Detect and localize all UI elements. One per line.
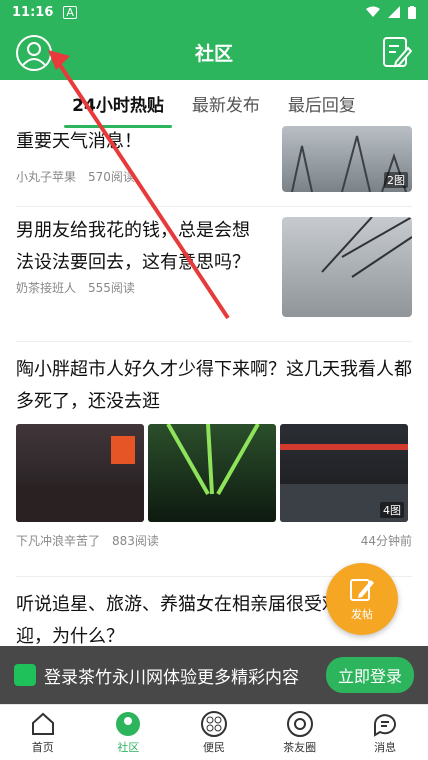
post-meta: 下凡冲浪辛苦了 883阅读 44分钟前 (16, 532, 412, 549)
post-image-row: 4图 (16, 424, 412, 522)
home-icon (31, 712, 54, 735)
nav-messages[interactable]: 消息 (342, 705, 428, 760)
app-header: 社区 (0, 24, 428, 80)
post-title: 陶小胖超市人好久才少得下来啊？这几天我看人都多死了，还没去逛 (16, 359, 412, 412)
bottom-nav: 首页 社区 便民 茶友圈 消息 (0, 704, 428, 760)
post-thumbnail: 2图 (282, 126, 412, 192)
post-image: 4图 (280, 424, 408, 522)
post-author: 小丸子苹果 (16, 170, 77, 184)
nav-label: 首页 (31, 740, 54, 754)
app-logo-icon (14, 664, 36, 686)
page-title: 社区 (194, 42, 233, 65)
tab-24h-hot[interactable]: 24小时热贴 (64, 91, 172, 128)
crowd-mall-image (16, 436, 144, 522)
fab-label: 发帖 (351, 608, 373, 621)
post-reads: 883阅读 (112, 534, 159, 548)
battery-icon (408, 5, 416, 19)
post-thumbnail (282, 217, 412, 317)
wifi-icon (366, 6, 380, 17)
image-count-badge: 2图 (384, 172, 408, 188)
message-icon (374, 713, 397, 737)
post-item[interactable]: 重要天气消息！ 小丸子苹果 570阅读 2图 (16, 126, 412, 207)
login-button[interactable]: 立即登录 (325, 657, 414, 693)
nav-label: 便民 (202, 740, 225, 754)
feed-tabs: 24小时热贴 最新发布 最后回复 (0, 80, 428, 128)
nav-home[interactable]: 首页 (0, 705, 86, 760)
post-image (16, 424, 144, 522)
post-author: 奶茶接班人 (16, 281, 77, 295)
pencil-icon (350, 579, 374, 601)
user-icon (22, 42, 46, 66)
post-title: 听说追星、旅游、养猫女在相亲届很受欢迎，为什么？ (16, 594, 340, 646)
nav-label: 消息 (374, 740, 397, 754)
image-count-badge: 4图 (380, 502, 404, 518)
signal-icon (388, 6, 400, 18)
nav-services[interactable]: 便民 (171, 705, 257, 760)
compose-icon[interactable] (382, 36, 412, 68)
tab-latest[interactable]: 最新发布 (190, 91, 262, 116)
post-title: 男朋友给我花的钱，总是会想法设法要回去，这有意思吗？ (16, 220, 250, 273)
post-item[interactable]: 陶小胖超市人好久才少得下来啊？这几天我看人都多死了，还没去逛 4图 下凡冲浪辛苦… (16, 342, 412, 577)
post-reads: 570阅读 (88, 170, 135, 184)
login-banner-text: 登录茶竹永川网体验更多精彩内容 (44, 667, 299, 688)
grid-icon (200, 710, 227, 737)
status-icons (366, 5, 416, 19)
post-image (148, 424, 276, 522)
green-lights-image (166, 424, 260, 495)
post-item[interactable]: 男朋友给我花的钱，总是会想法设法要回去，这有意思吗？ 奶茶接班人 555阅读 (16, 207, 412, 342)
post-reads: 555阅读 (88, 281, 135, 295)
post-author: 下凡冲浪辛苦了 (16, 534, 101, 548)
login-banner: 登录茶竹永川网体验更多精彩内容 立即登录 (0, 646, 428, 704)
foggy-tree-image (321, 217, 412, 278)
tab-last-reply[interactable]: 最后回复 (286, 91, 358, 116)
notification-a-icon: A (63, 5, 77, 19)
post-time: 44分钟前 (360, 534, 412, 548)
status-bar: 11:16 A (0, 0, 428, 24)
community-icon (116, 711, 141, 736)
post-title: 重要天气消息！ (16, 131, 142, 152)
nav-label: 茶友圈 (283, 740, 317, 754)
nav-tea-friends[interactable]: 茶友圈 (257, 705, 343, 760)
status-time: 11:16 (12, 4, 54, 20)
nav-community[interactable]: 社区 (86, 705, 172, 760)
user-avatar-button[interactable] (16, 35, 52, 71)
post-fab-button[interactable]: 发帖 (326, 563, 398, 635)
moments-icon (286, 710, 313, 737)
nav-label: 社区 (117, 740, 140, 754)
